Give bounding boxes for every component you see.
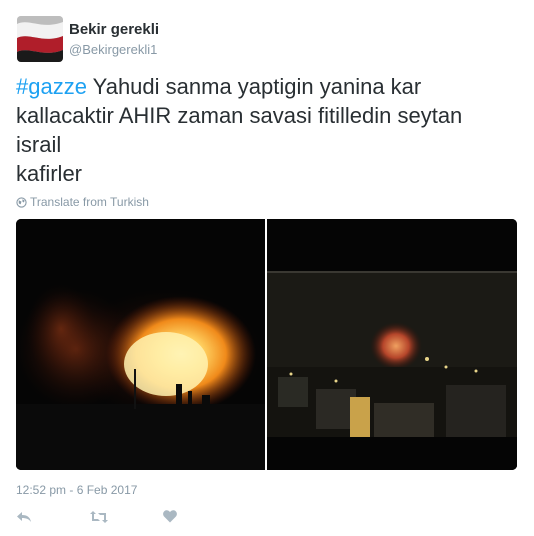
tweet-text-line: israil	[16, 132, 62, 157]
heart-icon	[163, 510, 177, 523]
reply-button[interactable]	[16, 510, 32, 529]
tweet-text-line: kallacaktir AHIR zaman savasi fitilledin…	[16, 103, 463, 128]
translate-label: Translate from Turkish	[30, 195, 149, 209]
tweet-text-line: kafirler	[16, 161, 83, 186]
user-handle[interactable]: @Bekirgerekli1	[69, 42, 157, 57]
flag-avatar-icon	[17, 16, 63, 62]
globe-icon	[16, 196, 27, 208]
explosion-photo-1[interactable]	[16, 219, 265, 470]
tweet-text: #gazze Yahudi sanma yaptigin yanina kar k…	[16, 72, 521, 188]
user-name[interactable]: Bekir gerekli	[69, 21, 159, 38]
tweet-text-line: Yahudi sanma yaptigin yanina kar	[86, 74, 422, 99]
reply-icon	[17, 512, 31, 522]
avatar[interactable]	[17, 16, 63, 62]
media-grid[interactable]	[16, 219, 517, 470]
explosion-photo-2[interactable]	[267, 219, 517, 470]
like-button[interactable]	[163, 510, 177, 528]
tweet-timestamp[interactable]: 12:52 pm - 6 Feb 2017	[16, 483, 137, 497]
translate-link[interactable]: Translate from Turkish	[16, 195, 149, 209]
retweet-button[interactable]	[90, 510, 108, 529]
retweet-icon	[90, 511, 108, 523]
hashtag-link[interactable]: #gazze	[16, 74, 87, 99]
